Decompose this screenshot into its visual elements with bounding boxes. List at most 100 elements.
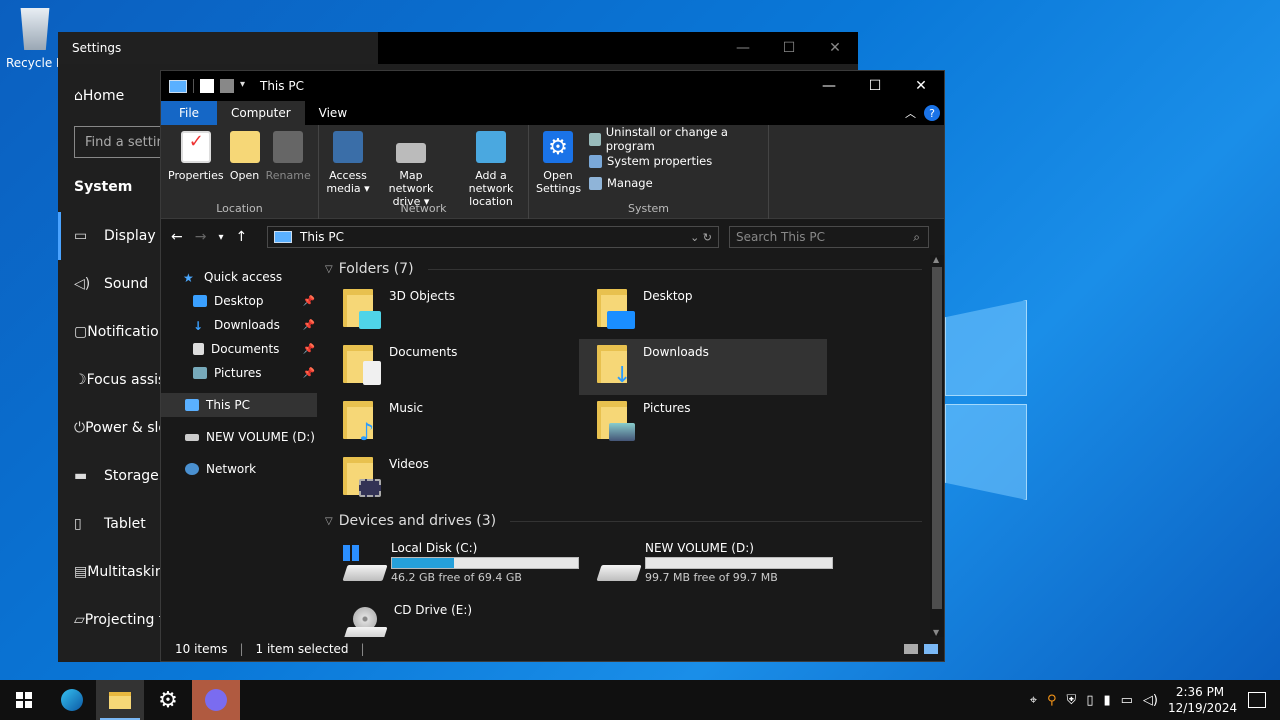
tree-quick-access[interactable]: ★ Quick access xyxy=(161,265,317,289)
uninstall-icon xyxy=(589,132,601,146)
vertical-scrollbar[interactable]: ▲ ▼ xyxy=(930,255,944,637)
properties-icon: ✓ xyxy=(180,131,211,163)
mic-off-icon[interactable]: ⌖ xyxy=(1030,693,1037,708)
refresh-icon[interactable]: ⌄ ↻ xyxy=(690,231,712,244)
back-arrow-icon[interactable]: ← xyxy=(171,229,183,245)
computer-icon xyxy=(185,399,199,411)
taskbar-file-explorer[interactable] xyxy=(96,680,144,720)
settings-nav-sound[interactable]: ◁) Sound xyxy=(58,260,163,308)
settings-nav-focus[interactable]: ☽ Focus assist xyxy=(58,356,171,404)
system-properties-button[interactable]: System properties xyxy=(589,153,764,169)
drive-usage-bar xyxy=(645,557,833,569)
folder-documents[interactable]: Documents xyxy=(325,339,579,395)
forward-arrow-icon[interactable]: → xyxy=(195,229,207,245)
collapse-ribbon-icon[interactable]: ︿ xyxy=(905,105,916,121)
taskbar-settings[interactable]: ⚙ xyxy=(144,680,192,720)
usb-icon[interactable]: ▯ xyxy=(1086,693,1093,708)
pin-icon: 📌 xyxy=(302,295,315,307)
tab-file[interactable]: File xyxy=(161,101,217,125)
star-icon: ★ xyxy=(183,271,194,285)
tablet-icon: ▯ xyxy=(74,516,82,532)
tree-network[interactable]: Network xyxy=(161,457,317,481)
settings-home[interactable]: ⌂ Home xyxy=(58,72,163,120)
customize-dropdown-icon[interactable]: ▾ xyxy=(240,79,250,93)
volume-icon[interactable]: ◁) xyxy=(1143,693,1158,708)
edge-icon xyxy=(61,689,83,711)
status-items: 10 items xyxy=(175,642,228,656)
nav-label: Storage xyxy=(104,468,159,484)
power-icon: ⏻ xyxy=(74,420,86,436)
tree-documents[interactable]: Documents 📌 xyxy=(161,337,317,361)
up-arrow-icon[interactable]: ↑ xyxy=(236,229,248,245)
scroll-down-icon[interactable]: ▼ xyxy=(933,628,939,637)
notification-center-icon[interactable] xyxy=(1248,692,1266,708)
label: Manage xyxy=(607,176,653,190)
new-folder-quick-icon[interactable] xyxy=(220,79,234,93)
settings-section-title: System xyxy=(74,179,133,195)
nav-label: Sound xyxy=(104,276,149,292)
tree-this-pc[interactable]: This PC xyxy=(161,393,317,417)
tree-desktop[interactable]: Desktop 📌 xyxy=(161,289,317,313)
drive-d[interactable]: NEW VOLUME (D:) 99.7 MB free of 99.7 MB xyxy=(579,537,833,599)
nav-label: Tablet xyxy=(104,516,146,532)
settings-nav-display[interactable]: ▭ Display xyxy=(58,212,163,260)
folders-grid: 3D Objects Desktop Documents ↓ Downloads … xyxy=(325,283,944,507)
drive-icon xyxy=(596,545,642,585)
nav-label: Display xyxy=(104,228,156,244)
settings-nav-projecting[interactable]: ▱ Projecting to this PC xyxy=(58,596,226,644)
recycle-bin[interactable]: Recycle Bin xyxy=(6,8,64,70)
settings-nav-power[interactable]: ⏻ Power & sleep xyxy=(58,404,185,452)
settings-nav-storage[interactable]: ▬ Storage xyxy=(58,452,163,500)
folder-pictures[interactable]: Pictures xyxy=(579,395,833,451)
help-icon[interactable]: ? xyxy=(924,105,940,121)
app-icon xyxy=(205,689,227,711)
settings-minimize-button[interactable]: — xyxy=(720,32,766,64)
label: Folders (7) xyxy=(338,261,414,277)
search-tray-icon[interactable]: ⚲ xyxy=(1047,693,1057,708)
explorer-maximize-button[interactable]: ☐ xyxy=(852,71,898,101)
settings-nav-notifications[interactable]: ▢Notifications & actions xyxy=(58,308,245,356)
uninstall-program-button[interactable]: Uninstall or change a program xyxy=(589,125,764,153)
gear-icon: ⚙ xyxy=(158,687,178,713)
taskbar-edge[interactable] xyxy=(48,680,96,720)
folder-desktop[interactable]: Desktop xyxy=(579,283,833,339)
folder-icon xyxy=(109,691,131,709)
tree-pictures[interactable]: Pictures 📌 xyxy=(161,361,317,385)
drives-header[interactable]: ▽ Devices and drives (3) xyxy=(325,507,944,535)
drive-c[interactable]: Local Disk (C:) 46.2 GB free of 69.4 GB xyxy=(325,537,579,599)
manage-button[interactable]: Manage xyxy=(589,175,764,191)
microphone-icon[interactable]: ▮ xyxy=(1103,693,1110,708)
security-icon[interactable]: ⛨ xyxy=(1067,693,1077,708)
explorer-title: This PC xyxy=(260,79,304,93)
start-button[interactable] xyxy=(0,680,48,720)
scroll-thumb[interactable] xyxy=(932,267,942,609)
settings-nav-multitasking[interactable]: ▤ Multitasking xyxy=(58,548,173,596)
large-icons-view-icon[interactable] xyxy=(924,644,938,654)
settings-close-button[interactable]: ✕ xyxy=(812,32,858,64)
folders-header[interactable]: ▽ Folders (7) xyxy=(325,255,944,283)
explorer-minimize-button[interactable]: — xyxy=(806,71,852,101)
recent-locations-icon[interactable]: ▾ xyxy=(218,232,223,243)
tab-view[interactable]: View xyxy=(305,101,361,125)
explorer-close-button[interactable]: ✕ xyxy=(898,71,944,101)
search-input[interactable]: Search This PC ⌕ xyxy=(729,226,929,248)
tree-downloads[interactable]: ↓ Downloads 📌 xyxy=(161,313,317,337)
navigation-pane: ★ Quick access Desktop 📌 ↓ Downloads 📌 Docum… xyxy=(161,255,317,637)
network-tray-icon[interactable]: ▭ xyxy=(1121,693,1133,708)
settings-maximize-button[interactable]: ☐ xyxy=(766,32,812,64)
settings-nav-tablet[interactable]: ▯ Tablet xyxy=(58,500,163,548)
details-view-icon[interactable] xyxy=(904,644,918,654)
properties-quick-icon[interactable] xyxy=(200,79,214,93)
folder-videos[interactable]: Videos xyxy=(325,451,579,507)
tree-new-volume[interactable]: NEW VOLUME (D:) xyxy=(161,425,317,449)
address-bar[interactable]: This PC ⌄ ↻ xyxy=(267,226,719,248)
scroll-up-icon[interactable]: ▲ xyxy=(933,255,939,264)
folder-music[interactable]: ♪ Music xyxy=(325,395,579,451)
windows-logo-wallpaper xyxy=(945,280,1027,520)
taskbar-app[interactable] xyxy=(192,680,240,720)
folder-3d-objects[interactable]: 3D Objects xyxy=(325,283,579,339)
folder-downloads[interactable]: ↓ Downloads xyxy=(579,339,827,395)
clock[interactable]: 2:36 PM 12/19/2024 xyxy=(1168,684,1237,716)
nav-label: Focus assist xyxy=(86,372,171,388)
tab-computer[interactable]: Computer xyxy=(217,101,305,125)
